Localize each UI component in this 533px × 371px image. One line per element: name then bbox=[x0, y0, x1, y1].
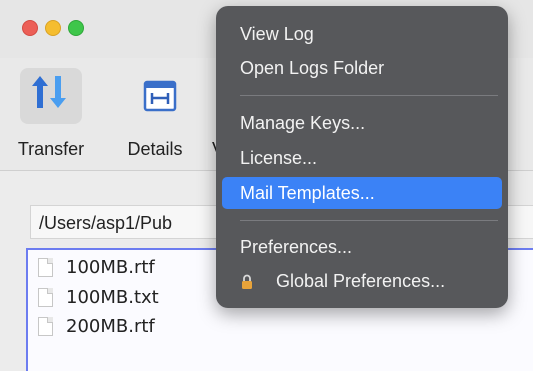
details-label: Details bbox=[127, 139, 183, 159]
transfer-label: Transfer bbox=[17, 139, 85, 159]
app-window: Transfer Details V /Users/asp1/Pub 100MB… bbox=[0, 0, 533, 371]
menu-item-global-preferences[interactable]: Global Preferences... bbox=[216, 265, 508, 297]
menu-item-view-log[interactable]: View Log bbox=[216, 18, 508, 50]
menu-item-license[interactable]: License... bbox=[216, 142, 508, 174]
menu-item-manage-keys[interactable]: Manage Keys... bbox=[216, 107, 508, 139]
dropdown-menu: View Log Open Logs Folder Manage Keys...… bbox=[216, 6, 508, 308]
file-name: 100MB.rtf bbox=[66, 257, 155, 278]
menu-item-label: License... bbox=[240, 148, 318, 168]
close-window-button[interactable] bbox=[22, 20, 38, 36]
menu-item-open-logs-folder[interactable]: Open Logs Folder bbox=[216, 52, 508, 84]
file-name: 200MB.rtf bbox=[66, 316, 155, 337]
minimize-window-button[interactable] bbox=[45, 20, 61, 36]
menu-separator bbox=[240, 95, 498, 96]
details-icon bbox=[128, 68, 190, 124]
menu-item-label: Preferences... bbox=[240, 237, 353, 257]
transfer-arrows-icon bbox=[20, 68, 82, 124]
zoom-window-button[interactable] bbox=[68, 20, 84, 36]
file-name: 100MB.txt bbox=[66, 287, 159, 308]
menu-item-preferences[interactable]: Preferences... bbox=[216, 231, 508, 263]
transfer-button[interactable]: Transfer bbox=[16, 68, 86, 160]
menu-item-label: Mail Templates... bbox=[240, 183, 375, 203]
lock-icon bbox=[242, 274, 252, 289]
document-icon bbox=[38, 258, 53, 277]
document-icon bbox=[38, 317, 53, 336]
details-button[interactable]: Details bbox=[124, 68, 194, 160]
menu-item-label: View Log bbox=[240, 24, 314, 44]
menu-item-label: Global Preferences... bbox=[276, 271, 446, 291]
menu-item-label: Open Logs Folder bbox=[240, 58, 385, 78]
menu-separator bbox=[240, 220, 498, 221]
document-icon bbox=[38, 288, 53, 307]
menu-item-mail-templates[interactable]: Mail Templates... bbox=[222, 177, 502, 209]
menu-item-label: Manage Keys... bbox=[240, 113, 366, 133]
file-row[interactable]: 200MB.rtf bbox=[38, 314, 288, 340]
